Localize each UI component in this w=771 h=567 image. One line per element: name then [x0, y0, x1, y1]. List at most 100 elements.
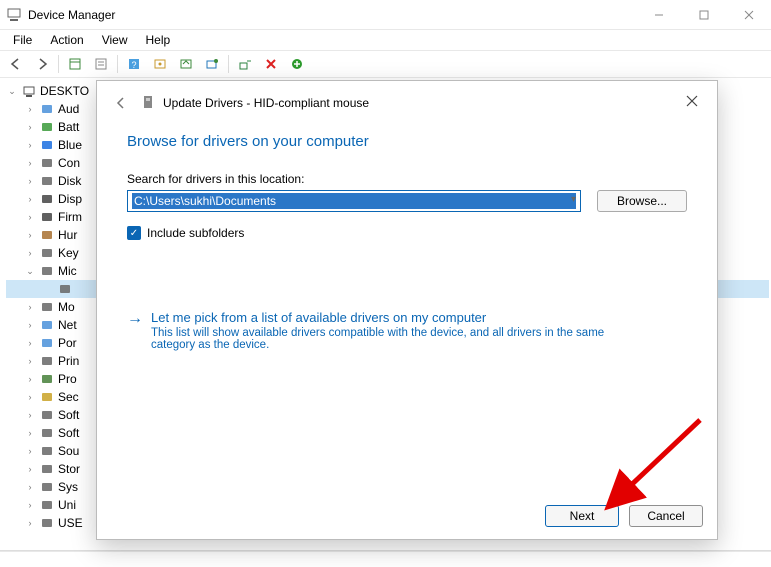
- next-button[interactable]: Next: [545, 505, 619, 527]
- category-icon: [39, 461, 55, 477]
- back-icon[interactable]: [4, 53, 28, 75]
- properties-icon[interactable]: [89, 53, 113, 75]
- computer-icon: [21, 83, 37, 99]
- expand-icon[interactable]: ›: [24, 122, 36, 132]
- help-icon[interactable]: ?: [122, 53, 146, 75]
- update-driver-icon[interactable]: [200, 53, 224, 75]
- maximize-button[interactable]: [681, 0, 726, 30]
- expand-icon[interactable]: ›: [24, 374, 36, 384]
- arrow-right-icon: →: [127, 310, 143, 351]
- tree-item-label: Soft: [58, 426, 79, 440]
- dialog-back-button[interactable]: [107, 89, 135, 117]
- expand-icon[interactable]: ›: [24, 104, 36, 114]
- expand-icon[interactable]: ›: [24, 212, 36, 222]
- category-icon: [39, 371, 55, 387]
- forward-icon[interactable]: [30, 53, 54, 75]
- tree-item-label: Disp: [58, 192, 82, 206]
- expand-icon[interactable]: ›: [24, 140, 36, 150]
- minimize-button[interactable]: [636, 0, 681, 30]
- tree-item-label: Mo: [58, 300, 75, 314]
- expand-icon[interactable]: ›: [24, 482, 36, 492]
- category-icon: [39, 407, 55, 423]
- category-icon: [39, 137, 55, 153]
- category-icon: [39, 353, 55, 369]
- path-input[interactable]: [132, 193, 576, 209]
- category-icon: [39, 101, 55, 117]
- category-icon: [57, 281, 73, 297]
- expand-icon[interactable]: ›: [24, 446, 36, 456]
- include-subfolders-label: Include subfolders: [147, 226, 244, 240]
- category-icon: [39, 155, 55, 171]
- tree-item-label: Stor: [58, 462, 80, 476]
- tree-item-label: Soft: [58, 408, 79, 422]
- scan-icon-1[interactable]: [148, 53, 172, 75]
- scan-icon-2[interactable]: [174, 53, 198, 75]
- tree-root-label[interactable]: DESKTO: [40, 84, 89, 98]
- svg-text:?: ?: [131, 60, 136, 70]
- menu-file[interactable]: File: [4, 31, 41, 49]
- expand-icon[interactable]: ›: [24, 248, 36, 258]
- close-button[interactable]: [726, 0, 771, 30]
- tree-item-label: Key: [58, 246, 79, 260]
- category-icon: [39, 425, 55, 441]
- menu-help[interactable]: Help: [137, 31, 180, 49]
- expand-icon[interactable]: ›: [24, 464, 36, 474]
- category-icon: [39, 335, 55, 351]
- app-icon: [6, 7, 22, 23]
- category-icon: [39, 191, 55, 207]
- expand-icon[interactable]: ›: [24, 158, 36, 168]
- expand-icon[interactable]: ›: [24, 230, 36, 240]
- titlebar: Device Manager: [0, 0, 771, 30]
- tree-item-label: Firm: [58, 210, 82, 224]
- window-title: Device Manager: [28, 8, 115, 22]
- disable-icon[interactable]: [259, 53, 283, 75]
- category-icon: [39, 479, 55, 495]
- expand-icon[interactable]: ›: [24, 176, 36, 186]
- category-icon: [39, 443, 55, 459]
- tree-item-label: Net: [58, 318, 77, 332]
- cancel-button[interactable]: Cancel: [629, 505, 703, 527]
- browse-button[interactable]: Browse...: [597, 190, 687, 212]
- uninstall-icon[interactable]: [233, 53, 257, 75]
- category-icon: [39, 515, 55, 531]
- menubar: File Action View Help: [0, 30, 771, 50]
- path-combo[interactable]: ▾: [127, 190, 581, 212]
- tree-item-label: Mic: [58, 264, 77, 278]
- category-icon: [39, 173, 55, 189]
- expand-icon[interactable]: ›: [24, 356, 36, 366]
- expand-icon[interactable]: ›: [24, 320, 36, 330]
- expand-icon[interactable]: ›: [24, 410, 36, 420]
- enable-icon[interactable]: [285, 53, 309, 75]
- path-label: Search for drivers in this location:: [127, 172, 687, 186]
- tree-item-label: Con: [58, 156, 80, 170]
- category-icon: [39, 209, 55, 225]
- expand-icon[interactable]: ›: [24, 338, 36, 348]
- toolbar: ?: [0, 50, 771, 78]
- expand-icon[interactable]: ›: [24, 392, 36, 402]
- tree-item-label: Prin: [58, 354, 79, 368]
- dialog-title: Update Drivers - HID-compliant mouse: [163, 96, 369, 110]
- dialog-close-button[interactable]: [677, 87, 707, 115]
- pick-from-list-link[interactable]: Let me pick from a list of available dri…: [151, 310, 651, 325]
- menu-view[interactable]: View: [93, 31, 137, 49]
- pick-from-list-desc: This list will show available drivers co…: [151, 327, 651, 351]
- include-subfolders-checkbox[interactable]: ✓: [127, 226, 141, 240]
- expand-icon[interactable]: ›: [24, 428, 36, 438]
- driver-icon: [141, 95, 157, 111]
- status-bar: [0, 551, 771, 567]
- category-icon: [39, 263, 55, 279]
- expand-icon[interactable]: ›: [24, 518, 36, 528]
- tree-item-label: Por: [58, 336, 77, 350]
- expand-icon[interactable]: ⌄: [6, 86, 18, 97]
- expand-icon[interactable]: ›: [24, 302, 36, 312]
- expand-icon[interactable]: ⌄: [24, 266, 36, 277]
- tree-item-label: Sou: [58, 444, 79, 458]
- expand-icon[interactable]: ›: [24, 500, 36, 510]
- tree-item-label: Blue: [58, 138, 82, 152]
- category-icon: [39, 389, 55, 405]
- menu-action[interactable]: Action: [41, 31, 92, 49]
- tree-item-label: Aud: [58, 102, 79, 116]
- expand-icon[interactable]: ›: [24, 194, 36, 204]
- show-hidden-icon[interactable]: [63, 53, 87, 75]
- category-icon: [39, 119, 55, 135]
